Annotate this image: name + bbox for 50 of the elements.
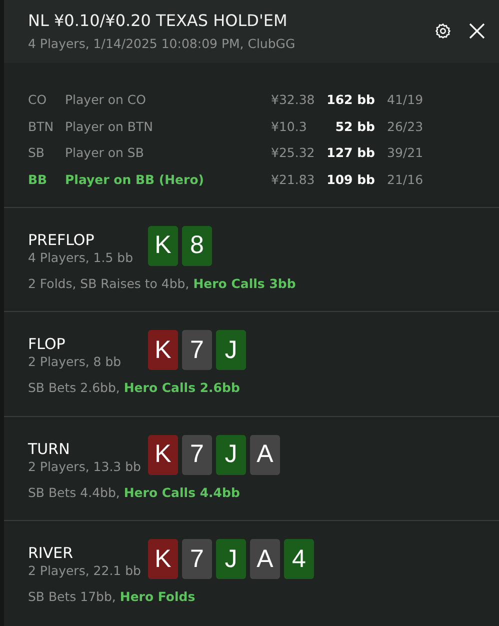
player-stack-bb: 109 bb [326, 172, 375, 187]
player-stats: 41/19 [387, 92, 424, 108]
playing-card: 4 [284, 539, 314, 580]
player-stats: 21/16 [387, 172, 424, 187]
player-name: Player on CO [65, 92, 147, 108]
playing-card: K [148, 539, 178, 580]
street-actions: SB Bets 2.6bb, Hero Calls 2.6bb [28, 380, 241, 396]
player-stack-bb: 52 bb [334, 118, 375, 134]
player-position: BB [28, 172, 48, 187]
close-icon[interactable] [469, 23, 485, 40]
playing-card: 7 [182, 434, 212, 475]
street-actions: 2 Folds, SB Raises to 4bb, Hero Calls 3bb [28, 276, 297, 291]
player-name: Player on BTN [65, 118, 154, 134]
street-name: TURN [28, 440, 71, 458]
playing-card: A [250, 539, 280, 580]
playing-card: K [148, 226, 178, 266]
street-name: RIVER [28, 544, 74, 562]
playing-card: 7 [182, 330, 212, 370]
street-info: 2 Players, 8 bb [28, 354, 122, 370]
hand-subtitle: 4 Players, 1/14/2025 10:08:09 PM, ClubGG [28, 36, 296, 52]
street-info: 4 Players, 1.5 bb [28, 250, 134, 265]
playing-card: K [148, 434, 178, 475]
player-stack: ¥32.38 [271, 92, 316, 108]
player-stack-bb: 162 bb [326, 92, 375, 108]
player-stack: ¥10.3 [271, 118, 308, 134]
player-name: Player on SB [65, 145, 145, 160]
player-stack-bb: 127 bb [326, 145, 375, 160]
playing-card: A [250, 434, 280, 475]
player-name: Player on BB (Hero) [65, 172, 206, 187]
street-info: 2 Players, 13.3 bb [28, 458, 142, 474]
street-actions: SB Bets 4.4bb, Hero Calls 4.4bb [28, 484, 241, 500]
window-title: NL ¥0.10/¥0.20 TEXAS HOLD'EM [28, 11, 288, 30]
settings-icon[interactable] [435, 23, 451, 40]
street-actions: SB Bets 17bb, Hero Folds [28, 589, 196, 604]
player-position: BTN [28, 118, 55, 134]
player-position: CO [28, 92, 48, 108]
player-stack: ¥21.83 [271, 172, 316, 187]
street-name: PREFLOP [28, 230, 96, 249]
player-position: SB [28, 145, 46, 160]
player-stack: ¥25.32 [271, 145, 316, 160]
street-name: FLOP [28, 335, 66, 354]
playing-card: 8 [182, 226, 212, 266]
playing-card: 7 [182, 539, 212, 580]
street-info: 2 Players, 22.1 bb [28, 563, 142, 578]
playing-card: K [148, 330, 178, 370]
playing-card: J [216, 434, 246, 475]
playing-card: J [216, 539, 246, 580]
player-stats: 26/23 [387, 118, 424, 134]
playing-card: J [216, 330, 246, 370]
player-stats: 39/21 [387, 145, 424, 160]
